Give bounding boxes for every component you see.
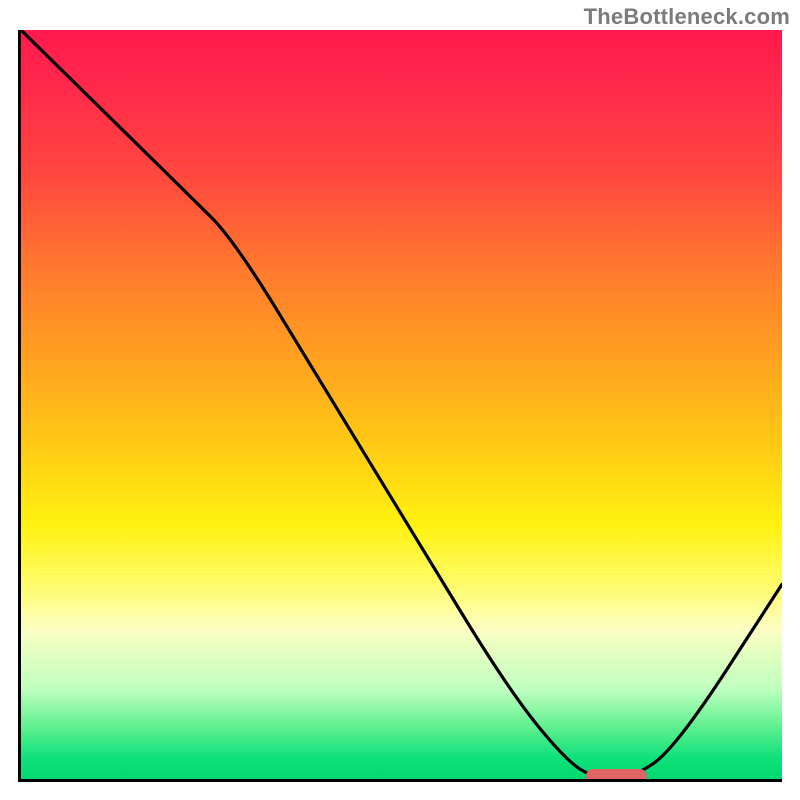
chart-container: TheBottleneck.com — [0, 0, 800, 800]
optimal-marker — [586, 769, 647, 782]
plot-area — [18, 30, 782, 782]
curve-line — [21, 30, 782, 779]
watermark-text: TheBottleneck.com — [584, 4, 790, 30]
curve-path — [21, 30, 782, 779]
